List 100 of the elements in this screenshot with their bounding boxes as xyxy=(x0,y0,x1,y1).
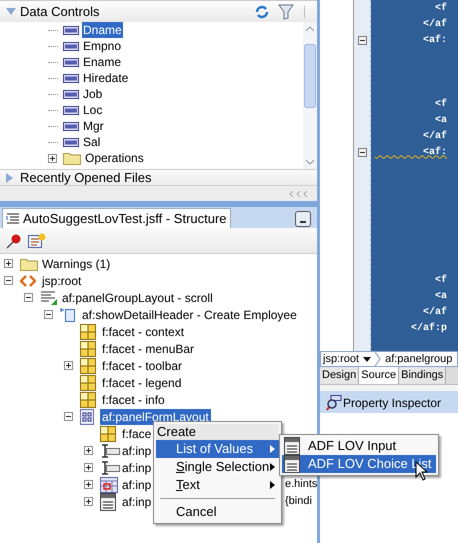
facet-icon xyxy=(80,374,96,390)
tree-item[interactable]: af:inp xyxy=(120,442,154,458)
text-input-icon xyxy=(100,460,120,476)
attribute-icon xyxy=(63,58,79,66)
menu-title: Create xyxy=(156,424,279,440)
filter-icon[interactable] xyxy=(278,4,294,20)
menu-item[interactable]: List of Values xyxy=(156,440,279,458)
attribute-icon xyxy=(63,122,79,130)
tree-item[interactable]: Dname xyxy=(82,22,123,38)
attribute-icon xyxy=(63,138,79,146)
fold-icon[interactable] xyxy=(358,36,366,44)
expand-icon[interactable] xyxy=(4,259,13,268)
dropdown-icon[interactable] xyxy=(363,356,372,362)
expand-icon[interactable] xyxy=(84,497,93,506)
fold-icon[interactable] xyxy=(358,148,366,156)
code-line: </af xyxy=(422,306,448,320)
tag-icon xyxy=(20,274,36,288)
submenu-arrow-icon xyxy=(270,481,275,489)
tree-item[interactable]: f:facet - menuBar xyxy=(100,340,196,356)
tree-item[interactable]: af:panelGroupLayout - scroll xyxy=(60,290,215,306)
attribute-icon xyxy=(63,26,79,34)
tree-item[interactable]: f:facet - legend xyxy=(100,374,184,390)
tree-item[interactable]: f:facet - context xyxy=(100,324,186,340)
expand-icon[interactable] xyxy=(84,463,93,472)
facet-icon xyxy=(100,426,116,442)
facet-icon xyxy=(80,392,96,408)
menu-item[interactable]: Single Selection xyxy=(156,458,279,476)
header-icon xyxy=(60,306,76,322)
code-line: <f xyxy=(434,274,448,288)
editor-tab[interactable]: Bindings xyxy=(399,367,446,384)
code-line: <a xyxy=(434,114,448,128)
tree-item[interactable]: Operations xyxy=(84,150,145,166)
scroll-down-icon[interactable] xyxy=(306,160,314,165)
code-line: <af: xyxy=(422,34,448,48)
expand-icon[interactable] xyxy=(84,480,93,489)
attribute-icon xyxy=(63,42,79,50)
facet-icon xyxy=(80,324,96,340)
list-icon xyxy=(284,437,300,455)
scrollbar[interactable] xyxy=(303,22,317,169)
tree-item[interactable]: af:inp xyxy=(120,476,154,492)
editor-tab[interactable]: Design xyxy=(320,367,360,384)
breadcrumb-item[interactable]: jsp:root xyxy=(321,352,362,366)
menu-item[interactable]: Cancel xyxy=(156,503,279,521)
code-line: </af xyxy=(422,18,448,32)
tree-item[interactable]: af:panelFormLayout xyxy=(100,408,211,424)
tree-item[interactable]: Mgr xyxy=(82,118,105,134)
text-input-icon xyxy=(100,442,120,458)
tree-item[interactable]: Warnings (1) xyxy=(40,256,112,272)
tree-icon xyxy=(6,212,20,226)
structure-tab[interactable]: AutoSuggestLovTest.jsff - Structure xyxy=(2,208,231,228)
attribute-icon xyxy=(63,90,79,98)
code-line: <f xyxy=(434,2,448,16)
refresh-icon[interactable] xyxy=(254,4,270,20)
panel-title: Data Controls xyxy=(20,2,100,21)
pin-icon[interactable] xyxy=(6,232,22,248)
property-inspector-tab[interactable]: Property Inspector xyxy=(324,393,444,413)
form-layout-icon xyxy=(80,408,94,424)
tree-item-text: e.hints xyxy=(285,477,317,492)
facet-icon xyxy=(80,340,96,356)
tree-item[interactable]: f:facet - toolbar xyxy=(100,358,184,374)
tree-item[interactable]: f:face xyxy=(120,426,154,442)
tree-item[interactable]: f:facet - info xyxy=(100,392,167,408)
expand-icon[interactable] xyxy=(84,446,93,455)
tree-item[interactable]: af:inp xyxy=(120,460,154,476)
code-line: </af xyxy=(422,130,448,144)
edit-icon[interactable] xyxy=(28,232,46,248)
breadcrumb-item[interactable]: af:panelgroup xyxy=(383,352,454,366)
submenu-arrow-icon xyxy=(270,445,275,453)
layout-icon xyxy=(40,290,58,306)
magnifier-icon xyxy=(326,395,342,411)
collapse-icon[interactable] xyxy=(64,412,73,421)
expand-icon[interactable] xyxy=(48,154,57,162)
attribute-icon xyxy=(63,106,79,114)
tree-item[interactable]: Empno xyxy=(82,38,122,54)
calendar-icon xyxy=(100,476,118,492)
expand-icon[interactable] xyxy=(64,361,73,370)
folder-icon xyxy=(20,256,38,270)
folder-icon xyxy=(63,151,81,165)
scroll-up-icon[interactable] xyxy=(306,26,314,31)
tree-item[interactable]: af:showDetailHeader - Create Employee xyxy=(80,306,299,322)
tree-item[interactable]: Loc xyxy=(82,102,104,118)
tree-item[interactable]: Job xyxy=(82,86,104,102)
tree-item[interactable]: Sal xyxy=(82,134,102,150)
minimize-button[interactable] xyxy=(295,211,311,227)
submenu-arrow-icon xyxy=(270,463,275,471)
tree-item[interactable]: Hiredate xyxy=(82,70,130,86)
tree-item-text: {bindi xyxy=(285,494,312,509)
collapse-icon[interactable] xyxy=(24,293,33,302)
attribute-icon xyxy=(63,74,79,82)
tree-item[interactable]: af:inp xyxy=(120,494,154,510)
menu-item[interactable]: Text xyxy=(156,476,279,494)
choice-list-icon xyxy=(100,492,116,510)
collapse-icon[interactable] xyxy=(44,310,53,319)
tree-item[interactable]: Ename xyxy=(82,54,122,70)
panel-title: Recently Opened Files xyxy=(20,168,152,187)
list-icon xyxy=(284,455,300,473)
tree-item[interactable]: jsp:root xyxy=(40,272,84,288)
editor-tab[interactable]: Source xyxy=(359,367,400,384)
menu-item[interactable]: ADF LOV Input xyxy=(282,437,436,455)
collapse-icon[interactable] xyxy=(4,276,13,285)
